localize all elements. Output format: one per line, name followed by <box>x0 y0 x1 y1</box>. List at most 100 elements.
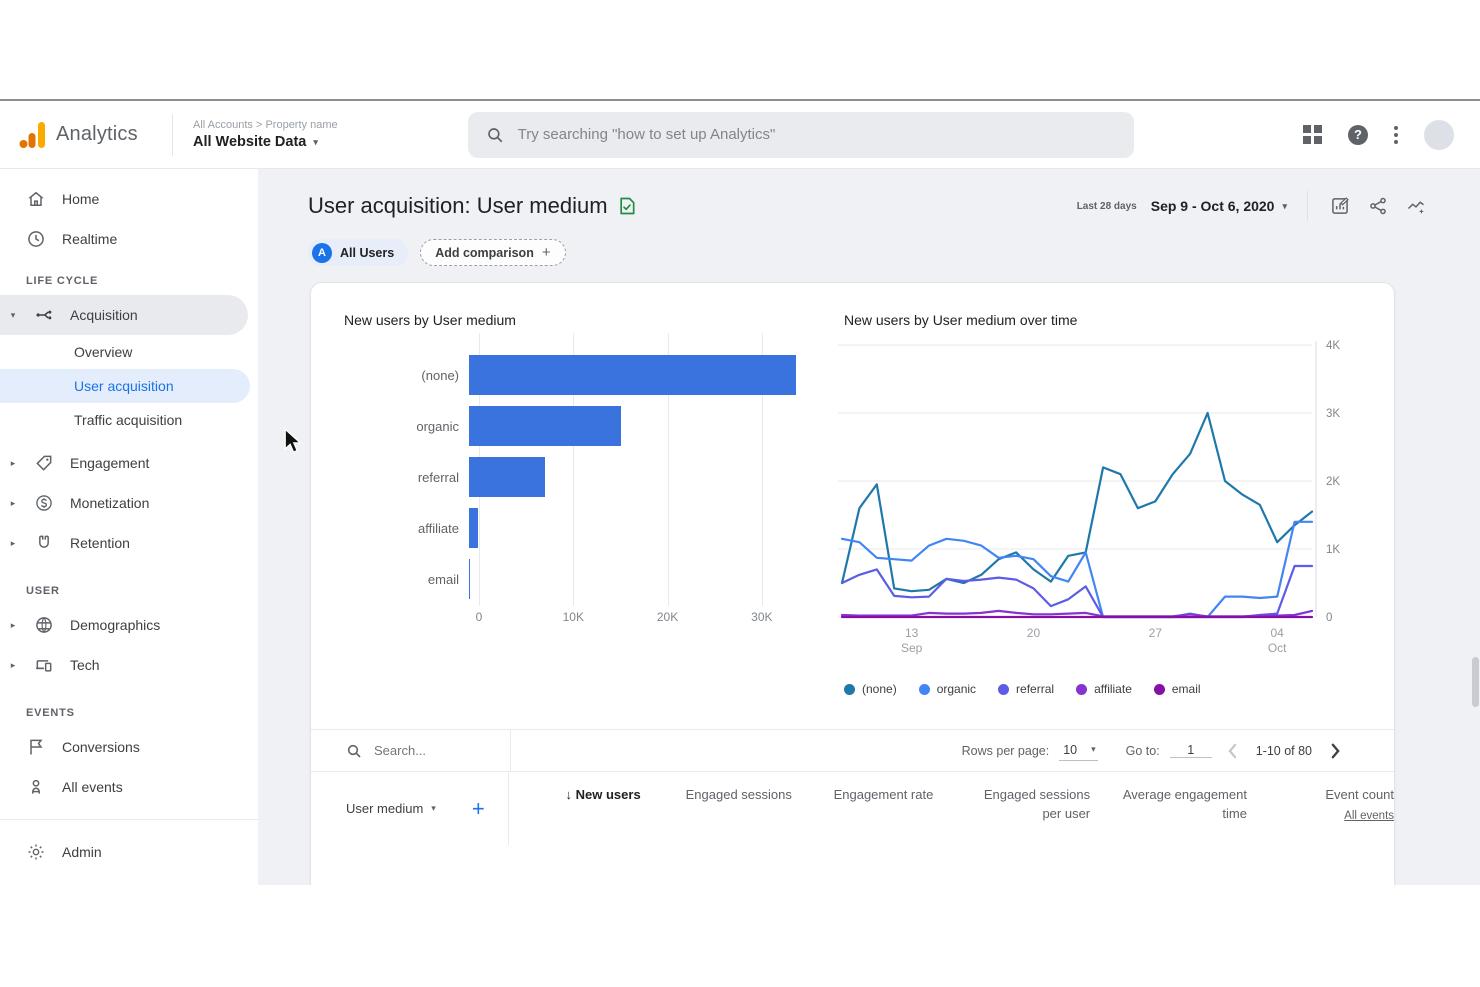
sidebar-item-overview[interactable]: Overview <box>0 335 258 369</box>
divider <box>0 819 258 820</box>
share-icon[interactable] <box>1366 194 1390 218</box>
sidebar-item-label: Demographics <box>70 617 160 633</box>
next-page-button[interactable] <box>1324 740 1346 762</box>
svg-text:4K: 4K <box>1326 340 1340 352</box>
apps-grid-icon[interactable] <box>1303 125 1322 144</box>
breadcrumb: All Accounts > Property name <box>193 119 338 131</box>
edit-comparisons-icon[interactable] <box>1328 194 1352 218</box>
x-axis-tick: 10K <box>563 610 584 624</box>
legend-item: affiliate <box>1076 682 1132 696</box>
legend-dot <box>1154 684 1165 695</box>
sidebar-item-label: Engagement <box>70 455 149 471</box>
legend-item: (none) <box>844 682 897 696</box>
help-icon[interactable]: ? <box>1348 125 1368 145</box>
chevron-right-icon: ▸ <box>8 660 18 671</box>
legend-item: referral <box>998 682 1054 696</box>
sidebar-item-label: Realtime <box>62 231 117 247</box>
sidebar-item-retention[interactable]: ▸ Retention <box>0 523 258 563</box>
devices-icon <box>34 655 54 675</box>
event-count-filter[interactable]: All events <box>1277 808 1394 825</box>
svg-text:20: 20 <box>1027 626 1041 640</box>
dollar-icon <box>34 493 54 513</box>
analytics-logo[interactable]: Analytics <box>0 121 172 149</box>
bar <box>469 508 478 548</box>
chevron-down-icon: ▾ <box>431 803 436 814</box>
svg-text:27: 27 <box>1149 626 1163 640</box>
column-header-event-count[interactable]: Event count All events <box>1247 786 1394 845</box>
chevron-right-icon: ▸ <box>8 498 18 509</box>
add-dimension-button[interactable]: + <box>472 796 485 822</box>
sidebar-item-label: Retention <box>70 535 130 551</box>
sidebar-item-label: Acquisition <box>70 307 138 323</box>
column-header-engagement-rate[interactable]: Engagement rate <box>792 786 933 845</box>
sidebar-item-all-events[interactable]: All events <box>0 767 258 807</box>
account-selector[interactable]: All Accounts > Property name All Website… <box>173 119 338 150</box>
sidebar-item-engagement[interactable]: ▸ Engagement <box>0 443 258 483</box>
top-bar: Analytics All Accounts > Property name A… <box>0 101 1480 169</box>
sidebar-item-label: Tech <box>70 657 100 673</box>
column-header-engaged-sessions[interactable]: Engaged sessions <box>641 786 792 845</box>
chevron-down-icon: ▾ <box>8 310 18 321</box>
bar-category-label: affiliate <box>344 521 469 536</box>
sidebar-item-conversions[interactable]: Conversions <box>0 727 258 767</box>
section-label-lifecycle: LIFE CYCLE <box>0 259 258 295</box>
previous-page-button[interactable] <box>1222 740 1244 762</box>
date-preset-label: Last 28 days <box>1077 201 1137 212</box>
table-search-input[interactable] <box>374 743 484 758</box>
bar <box>469 406 621 446</box>
legend-dot <box>919 684 930 695</box>
sidebar-item-monetization[interactable]: ▸ Monetization <box>0 483 258 523</box>
insights-icon[interactable] <box>1404 194 1428 218</box>
section-label-events: EVENTS <box>0 685 258 727</box>
bar <box>469 457 545 497</box>
sort-descending-icon: ↓ <box>566 787 573 802</box>
app-title: Analytics <box>56 123 138 146</box>
legend-item: organic <box>919 682 976 696</box>
divider <box>1307 191 1308 221</box>
sidebar-item-realtime[interactable]: Realtime <box>0 219 258 259</box>
dimension-column-header[interactable]: User medium ▾ <box>346 801 436 816</box>
bar-category-label: referral <box>344 470 469 485</box>
line-chart: 01K2K3K4K13Sep202704Oct <box>838 335 1362 670</box>
chevron-right-icon: ▸ <box>8 538 18 549</box>
sidebar-item-demographics[interactable]: ▸ Demographics <box>0 605 258 645</box>
audience-badge: A <box>312 243 332 263</box>
sidebar-item-home[interactable]: Home <box>0 179 258 219</box>
report-card: New users by User medium New users by Us… <box>310 282 1395 885</box>
scrollbar-thumb[interactable] <box>1472 657 1479 707</box>
search-bar[interactable] <box>468 112 1134 158</box>
sidebar-item-label: Conversions <box>62 739 140 755</box>
date-range-selector[interactable]: Sep 9 - Oct 6, 2020 ▾ <box>1151 198 1287 214</box>
goto-page-input[interactable] <box>1170 743 1212 758</box>
kebab-menu-icon[interactable] <box>1394 126 1398 144</box>
add-comparison-button[interactable]: Add comparison + <box>420 239 565 266</box>
column-header-new-users[interactable]: ↓ New users <box>509 786 641 845</box>
table-search[interactable] <box>311 730 511 771</box>
svg-text:Oct: Oct <box>1268 641 1287 655</box>
svg-text:13: 13 <box>905 626 919 640</box>
bar-row: organic <box>344 406 814 446</box>
rows-per-page-select[interactable]: 10 ▾ <box>1059 741 1097 761</box>
sidebar-item-traffic-acquisition[interactable]: Traffic acquisition <box>0 403 258 437</box>
sidebar-item-admin[interactable]: Admin <box>0 832 258 872</box>
sidebar-item-user-acquisition[interactable]: User acquisition <box>0 369 250 403</box>
avatar[interactable] <box>1424 120 1454 150</box>
sidebar-item-tech[interactable]: ▸ Tech <box>0 645 258 685</box>
bar <box>469 559 470 599</box>
line-series-organic <box>842 522 1312 617</box>
column-header-average-engagement-time[interactable]: Average engagement time <box>1090 786 1247 845</box>
line-series-affiliate <box>842 611 1312 616</box>
search-icon <box>486 126 504 144</box>
line-series-none <box>842 413 1312 591</box>
column-header-engaged-sessions-per-user[interactable]: Engaged sessions per user <box>933 786 1090 845</box>
sidebar-item-acquisition[interactable]: ▾ Acquisition <box>0 295 248 335</box>
all-users-chip[interactable]: A All Users <box>308 239 408 266</box>
analytics-logo-icon <box>18 121 46 149</box>
bar-row: email <box>344 559 814 599</box>
home-icon <box>26 189 46 209</box>
bar-chart-x-axis: 010K20K30K <box>344 610 814 634</box>
clock-icon <box>26 229 46 249</box>
svg-text:1K: 1K <box>1326 544 1340 556</box>
search-input[interactable] <box>518 126 1116 143</box>
bar-row: affiliate <box>344 508 814 548</box>
